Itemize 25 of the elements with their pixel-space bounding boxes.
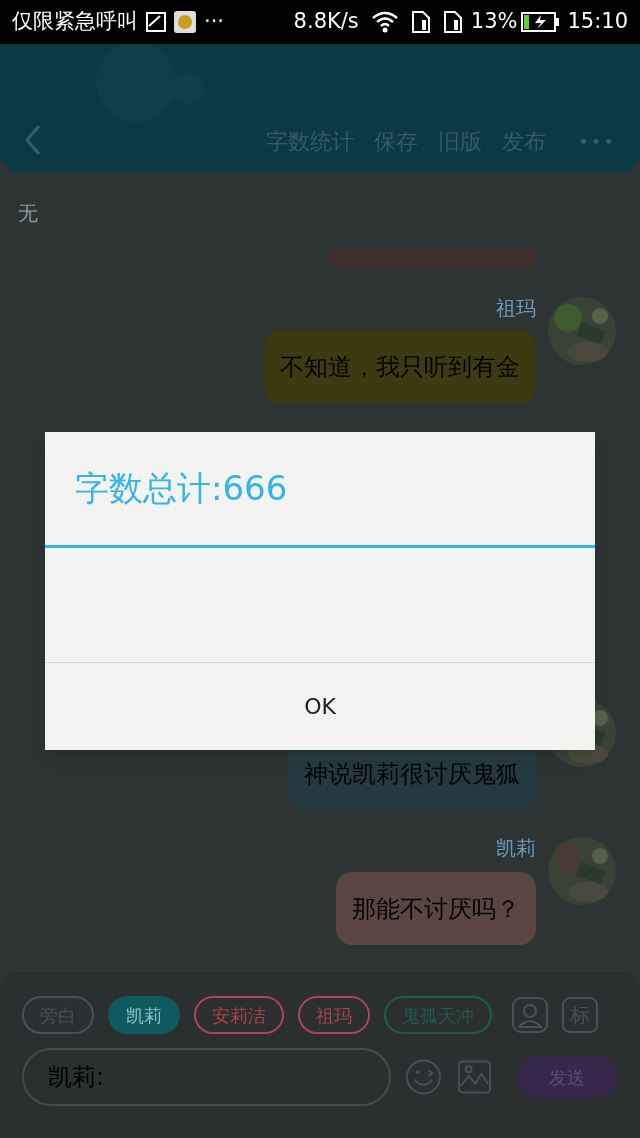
- network-speed: 8.8K/s: [293, 8, 359, 36]
- app-icon: [174, 11, 196, 33]
- sender-name: 祖玛: [496, 296, 536, 320]
- more-notifications-text: ···: [204, 8, 225, 36]
- emoji-icon[interactable]: [404, 1058, 442, 1096]
- sim-card-icon: [410, 11, 431, 33]
- more-button[interactable]: •••: [578, 128, 616, 155]
- image-icon[interactable]: [457, 1060, 491, 1094]
- person-icon: [512, 997, 548, 1033]
- back-icon: [24, 124, 42, 156]
- note-text: 无: [18, 200, 39, 226]
- role-chip[interactable]: 安莉洁: [194, 996, 284, 1034]
- role-chip[interactable]: 祖玛: [298, 996, 370, 1034]
- sender-name: 凯莉: [496, 836, 536, 860]
- battery-charging-icon: [521, 12, 560, 32]
- sim-card-icon: [442, 11, 463, 33]
- role-chip[interactable]: 凯莉: [108, 996, 180, 1034]
- image-icon: [146, 12, 166, 32]
- message-bubble: 那能不讨厌吗？: [336, 872, 536, 945]
- carrier-text: 仅限紧急呼叫: [12, 8, 138, 36]
- clock: 15:10: [567, 8, 628, 36]
- wifi-icon: [370, 11, 399, 33]
- dialog-title: 字数总计:666: [75, 467, 288, 510]
- message-bubble: 不知道，我只听到有金: [264, 330, 536, 403]
- battery-percent: 13%: [470, 8, 518, 36]
